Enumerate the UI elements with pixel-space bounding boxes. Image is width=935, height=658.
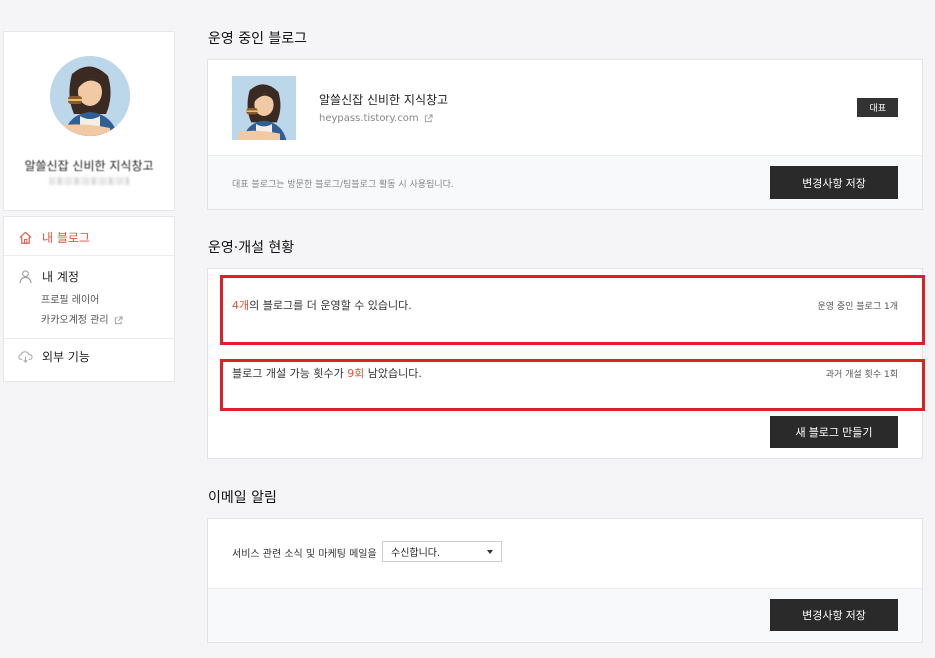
running-panel-footer: 대표 블로그는 방문한 블로그/팀블로그 활동 시 사용됩니다. 변경사항 저장 <box>208 155 922 209</box>
email-panel: 서비스 관련 소식 및 마케팅 메일을 수신합니다. 변경사항 저장 <box>207 518 923 643</box>
sidebar-item-label: 내 블로그 <box>42 230 90 245</box>
email-setting-label: 서비스 관련 소식 및 마케팅 메일을 <box>232 549 377 560</box>
redacted-text <box>49 177 129 185</box>
sidebar-item-my-account[interactable]: 내 계정 <box>4 266 174 286</box>
sidebar-item-external[interactable]: 외부 기능 <box>4 346 174 366</box>
profile-sub-redacted <box>4 176 174 187</box>
sidebar-subitem-profile-layer[interactable]: 프로필 레이어 <box>41 291 99 306</box>
section-title-email: 이메일 알림 <box>208 490 277 506</box>
cloud-download-icon <box>18 350 33 363</box>
submenu-label: 카카오계정 관리 <box>41 315 109 326</box>
highlight-box <box>220 359 925 411</box>
sidebar-item-label: 내 계정 <box>42 269 79 284</box>
external-link-icon <box>114 315 123 324</box>
sidebar-item-label: 외부 기능 <box>42 349 90 364</box>
divider <box>4 338 174 339</box>
blog-url-link[interactable]: heypass.tistory.com <box>319 113 433 124</box>
user-icon <box>19 269 32 283</box>
representative-note: 대표 블로그는 방문한 블로그/팀블로그 활동 시 사용됩니다. <box>232 180 454 190</box>
profile-name: 알쓸신잡 신비한 지식창고 <box>4 157 174 177</box>
running-blog-panel: 알쓸신잡 신비한 지식창고 heypass.tistory.com 대표 대표 … <box>207 59 923 210</box>
submenu-label: 프로필 레이어 <box>41 295 100 306</box>
highlight-box <box>220 275 925 345</box>
avatar[interactable] <box>50 56 130 136</box>
profile-name-text: 알쓸신잡 신비한 지식창고 <box>24 159 154 173</box>
save-button[interactable]: 변경사항 저장 <box>770 166 898 199</box>
dropdown-arrow-icon <box>487 550 493 554</box>
new-blog-button[interactable]: 새 블로그 만들기 <box>770 416 898 448</box>
email-consent-select[interactable]: 수신합니다. <box>382 541 502 562</box>
select-value: 수신합니다. <box>391 548 441 559</box>
blog-name[interactable]: 알쓸신잡 신비한 지식창고 <box>319 91 448 108</box>
divider <box>4 255 174 256</box>
blog-thumbnail[interactable] <box>232 76 296 140</box>
sidebar-item-my-blog[interactable]: 내 블로그 <box>4 227 174 247</box>
sidebar-menu: 내 블로그 내 계정 프로필 레이어 카카오계정 관리 외부 기능 <box>3 216 175 382</box>
email-panel-footer: 변경사항 저장 <box>208 588 922 642</box>
blog-url-text: heypass.tistory.com <box>319 113 419 124</box>
save-button[interactable]: 변경사항 저장 <box>770 599 898 631</box>
section-title-status: 운영·개설 현황 <box>208 240 295 256</box>
home-icon <box>19 231 32 244</box>
external-link-icon <box>424 113 433 122</box>
sidebar-subitem-kakao-account[interactable]: 카카오계정 관리 <box>41 311 123 326</box>
representative-badge: 대표 <box>857 98 898 117</box>
section-title-running: 운영 중인 블로그 <box>208 31 308 47</box>
profile-card: 알쓸신잡 신비한 지식창고 <box>3 31 175 211</box>
